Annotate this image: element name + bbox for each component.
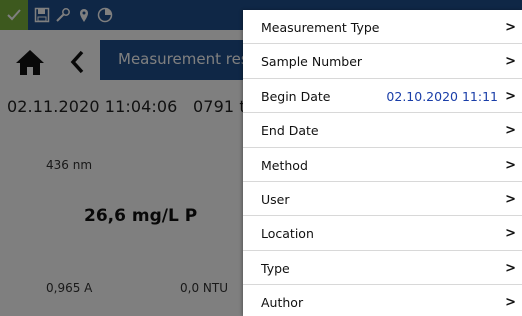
- menu-item-label: Type: [261, 260, 290, 276]
- menu-item-label: Sample Number: [261, 54, 363, 70]
- menu-item-sample-number[interactable]: Sample Number >: [243, 44, 522, 79]
- filter-menu: Measurement Type > Sample Number > Begin…: [243, 10, 522, 316]
- chevron-right-icon: >: [505, 295, 516, 311]
- chevron-right-icon: >: [505, 157, 516, 173]
- menu-item-author[interactable]: Author >: [243, 285, 522, 316]
- chevron-right-icon: >: [505, 123, 516, 139]
- menu-item-value: 02.10.2020 11:11: [386, 88, 498, 104]
- chevron-right-icon: >: [505, 260, 516, 276]
- chevron-right-icon: >: [505, 191, 516, 207]
- menu-item-label: Location: [261, 226, 314, 242]
- menu-item-label: Begin Date: [261, 88, 331, 104]
- chevron-right-icon: >: [505, 20, 516, 35]
- chevron-right-icon: >: [505, 54, 516, 70]
- chevron-right-icon: >: [505, 88, 516, 104]
- menu-item-label: End Date: [261, 123, 319, 139]
- menu-item-label: User: [261, 191, 290, 207]
- chevron-right-icon: >: [505, 226, 516, 242]
- menu-item-location[interactable]: Location >: [243, 216, 522, 251]
- menu-item-end-date[interactable]: End Date >: [243, 113, 522, 148]
- menu-item-measurement-type[interactable]: Measurement Type >: [243, 10, 522, 45]
- menu-item-begin-date[interactable]: Begin Date 02.10.2020 11:11 >: [243, 79, 522, 114]
- menu-item-label: Method: [261, 157, 308, 173]
- screen: Measurement resu 02.11.2020 11:04:06 079…: [0, 0, 522, 316]
- menu-item-user[interactable]: User >: [243, 182, 522, 217]
- menu-item-method[interactable]: Method >: [243, 148, 522, 182]
- menu-item-type[interactable]: Type >: [243, 251, 522, 286]
- menu-item-label: Author: [261, 295, 304, 311]
- menu-item-label: Measurement Type: [261, 20, 380, 35]
